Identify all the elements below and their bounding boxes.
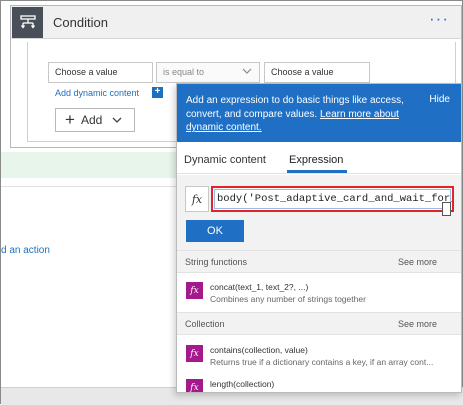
string-functions-header: String functions See more <box>177 250 461 273</box>
see-more-link[interactable]: See more <box>398 319 437 329</box>
add-dynamic-content-icon[interactable]: + <box>152 87 163 98</box>
function-name: contains(collection, value) <box>210 345 308 355</box>
more-options-icon[interactable]: ··· <box>429 10 449 27</box>
active-tab-indicator <box>287 170 347 173</box>
collection-functions-header: Collection See more <box>177 312 461 335</box>
operator-label: is equal to <box>163 67 205 77</box>
expression-input[interactable]: body('Post_adaptive_card_and_wait_for_a <box>211 186 454 212</box>
condition-operator-dropdown[interactable]: is equal to <box>156 62 260 83</box>
function-name: concat(text_1, text_2?, ...) <box>210 282 309 292</box>
chevron-down-icon <box>112 117 122 123</box>
section-title: Collection <box>185 319 225 329</box>
add-button-label: Add <box>80 113 103 127</box>
add-dynamic-content-link[interactable]: Add dynamic content <box>55 88 139 98</box>
function-name: length(collection) <box>210 379 275 389</box>
info-banner: Add an expression to do basic things lik… <box>177 84 461 142</box>
function-item-contains[interactable]: fx contains(collection, value) Returns t… <box>177 338 461 376</box>
condition-title: Condition <box>53 15 108 30</box>
add-button[interactable]: + Add <box>55 108 135 132</box>
function-item-concat[interactable]: fx concat(text_1, text_2?, ...) Combines… <box>177 275 461 313</box>
see-more-link[interactable]: See more <box>398 257 437 267</box>
divider <box>1 186 178 187</box>
function-item-length[interactable]: fx length(collection) <box>177 372 461 392</box>
function-icon: fx <box>186 282 203 299</box>
expression-editor-area: fx body('Post_adaptive_card_and_wait_for… <box>177 175 461 251</box>
condition-left-value-field[interactable]: Choose a value <box>48 62 153 83</box>
condition-header[interactable]: Condition ··· <box>11 6 461 39</box>
banner-text: Add an expression to do basic things lik… <box>186 94 418 135</box>
ok-button[interactable]: OK <box>186 220 244 242</box>
function-description: Combines any number of strings together <box>210 294 366 304</box>
condition-icon <box>12 7 43 38</box>
chevron-down-icon <box>242 68 252 74</box>
section-title: String functions <box>185 257 248 267</box>
popup-tabs: Dynamic content Expression <box>177 142 461 174</box>
add-an-action-link[interactable]: d an action <box>1 245 50 256</box>
fx-icon: fx <box>185 186 209 212</box>
if-yes-branch-header <box>1 152 178 178</box>
tab-expression[interactable]: Expression <box>289 154 343 166</box>
tab-dynamic-content[interactable]: Dynamic content <box>184 154 266 166</box>
function-icon: fx <box>186 379 203 392</box>
plus-icon: + <box>65 109 75 129</box>
function-description: Returns true if a dictionary contains a … <box>210 357 434 367</box>
hide-button[interactable]: Hide <box>429 94 450 105</box>
function-icon: fx <box>186 345 203 362</box>
resize-cursor-icon <box>442 202 451 216</box>
dynamic-content-popup: Add an expression to do basic things lik… <box>176 83 462 393</box>
condition-right-value-field[interactable]: Choose a value <box>264 62 370 83</box>
